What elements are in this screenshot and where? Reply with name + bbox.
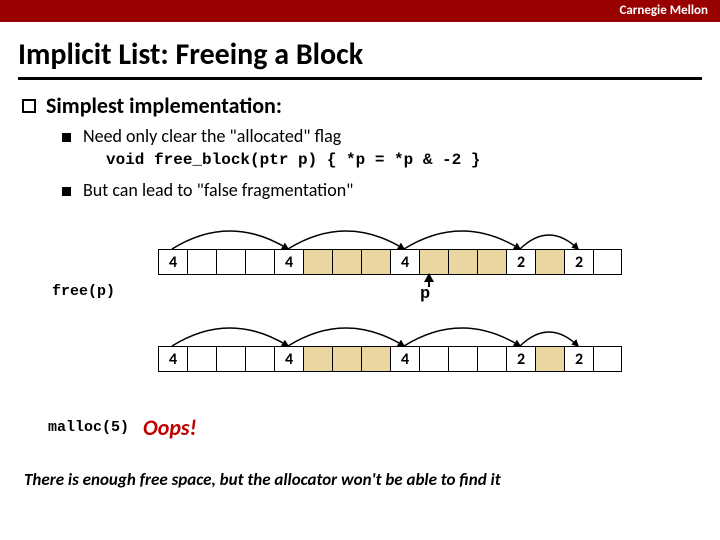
memory-cells-before: 4 4 4 2 2 — [158, 249, 622, 275]
slide-body: Implicit List: Freeing a Block Simplest … — [0, 22, 720, 490]
memory-cell: 2 — [506, 249, 535, 275]
memory-cell: 4 — [274, 346, 303, 372]
memory-cell — [303, 249, 332, 275]
memory-cell: 4 — [158, 346, 187, 372]
closing-text: There is enough free space, but the allo… — [18, 469, 702, 490]
memory-cell — [216, 346, 245, 372]
memory-cell: 4 — [158, 249, 187, 275]
bullet-sub-1: Need only clear the "allocated" flag — [62, 125, 702, 147]
memory-cell — [361, 346, 390, 372]
bullet-sub-2: But can lead to "false fragmentation" — [62, 179, 702, 201]
filled-square-icon — [62, 187, 71, 196]
memory-cell — [332, 346, 361, 372]
memory-cell — [593, 249, 622, 275]
memory-cell — [419, 346, 448, 372]
memory-cell — [187, 346, 216, 372]
filled-square-icon — [62, 133, 71, 142]
free-label: free(p) — [52, 283, 115, 300]
memory-cell — [303, 346, 332, 372]
brand-text: Carnegie Mellon — [619, 3, 708, 18]
hollow-square-icon — [22, 99, 36, 113]
memory-cell: 2 — [564, 249, 593, 275]
brand-bar: Carnegie Mellon — [0, 0, 720, 22]
memory-cell — [535, 346, 564, 372]
memory-cell — [245, 249, 274, 275]
code-snippet: void free_block(ptr p) { *p = *p & -2 } — [106, 151, 702, 169]
slide-title: Implicit List: Freeing a Block — [18, 36, 702, 73]
memory-cell — [245, 346, 274, 372]
bullet-sub-1-text: Need only clear the "allocated" flag — [83, 125, 341, 147]
memory-cell — [419, 249, 448, 275]
malloc-label: malloc(5) — [48, 419, 129, 436]
pointer-label: p — [420, 281, 430, 300]
diagram-before: 4 4 4 2 2 p free(p) — [18, 219, 702, 314]
memory-cell — [216, 249, 245, 275]
memory-cell — [448, 249, 477, 275]
memory-cell: 4 — [274, 249, 303, 275]
memory-cell — [332, 249, 361, 275]
memory-cell — [535, 249, 564, 275]
memory-cell — [361, 249, 390, 275]
memory-cell: 2 — [564, 346, 593, 372]
diagram-after: 4 4 4 2 2 — [18, 316, 702, 386]
memory-cell: 2 — [506, 346, 535, 372]
memory-cell: 4 — [390, 249, 419, 275]
memory-cells-after: 4 4 4 2 2 — [158, 346, 622, 372]
memory-cell — [477, 346, 506, 372]
bullet-sub-2-text: But can lead to "false fragmentation" — [83, 179, 353, 201]
memory-cell — [593, 346, 622, 372]
memory-cell: 4 — [390, 346, 419, 372]
oops-text: Oops! — [143, 414, 197, 441]
memory-cell — [187, 249, 216, 275]
title-rule — [18, 77, 702, 80]
memory-cell — [448, 346, 477, 372]
malloc-line: malloc(5) Oops! — [18, 414, 702, 441]
bullet-main: Simplest implementation: — [18, 92, 702, 119]
bullet-main-text: Simplest implementation: — [46, 92, 282, 119]
memory-cell — [477, 249, 506, 275]
